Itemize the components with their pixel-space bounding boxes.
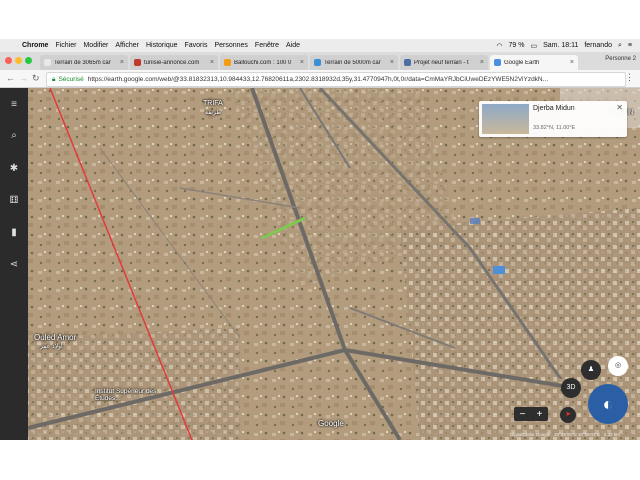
map-footer: DigitalGlobe Google 33°48'05"N 10°59'03"…	[510, 432, 620, 437]
tab-2[interactable]: Ballouchi.com : 100 0 ×	[220, 55, 308, 70]
search-icon[interactable]: ⌕	[7, 129, 21, 143]
user-name[interactable]: fernando	[584, 42, 612, 49]
tab-close-icon[interactable]: ×	[120, 59, 124, 66]
tab-label: Ballouchi.com : 100 0	[234, 59, 292, 66]
voyager-icon[interactable]: ✱	[7, 162, 21, 176]
label-ouled-amor: Ouled Amor	[34, 333, 77, 342]
favicon-icon	[224, 59, 231, 66]
address-bar[interactable]: 🔒︎ Sécurisé https://earth.google.com/web…	[46, 72, 626, 87]
place-coords: 33.82°N, 11.00°E	[533, 125, 576, 131]
tab-5[interactable]: Google Earth ×	[490, 55, 578, 70]
globe-icon[interactable]: ◐	[588, 384, 628, 424]
place-card[interactable]: Djerba Midun 33.82°N, 11.00°E ✕	[479, 101, 627, 137]
place-title[interactable]: Djerba Midun	[533, 105, 575, 112]
dice-icon[interactable]: ⚅	[7, 194, 21, 208]
favicon-icon	[134, 59, 141, 66]
tab-close-icon[interactable]: ×	[570, 59, 574, 66]
back-icon[interactable]: ←	[6, 73, 15, 83]
satellite-map[interactable]: TRIFA طريفة Ouled Amor أولاد عمر Institu…	[0, 88, 640, 440]
close-window-button[interactable]	[5, 57, 12, 64]
forward-icon[interactable]: →	[19, 73, 28, 83]
menu-afficher[interactable]: Afficher	[115, 42, 139, 49]
tab-label: Terrain de 5000m car	[324, 59, 381, 66]
cursor-coords: 33°48'05"N 10°59'03"E	[554, 432, 601, 437]
toolbar: ← → ↻ 🔒︎ Sécurisé https://earth.google.c…	[0, 70, 640, 88]
menu-app-chrome[interactable]: Chrome	[22, 42, 48, 49]
share-icon[interactable]: ⋖	[7, 258, 21, 272]
label-institut: Institut Supérieur des Études...	[95, 388, 157, 402]
menu-aide[interactable]: Aide	[286, 42, 300, 49]
tab-label: tunisie-annonce.com	[144, 59, 200, 66]
url-text[interactable]: https://earth.google.com/web/@33.8183231…	[88, 76, 548, 83]
zoom-out-button[interactable]: −	[520, 409, 526, 420]
battery-percent: 79 %	[508, 42, 525, 49]
tab-close-icon[interactable]: ×	[210, 59, 214, 66]
menu-personnes[interactable]: Personnes	[214, 42, 247, 49]
tab-1[interactable]: tunisie-annonce.com ×	[130, 55, 218, 70]
clock[interactable]: Sam. 18:11	[543, 42, 578, 49]
pegman-icon[interactable]: ♟	[581, 360, 601, 380]
favicon-icon	[494, 59, 501, 66]
favicon-icon	[44, 59, 51, 66]
tab-bar: Terrain de 3065m car × tunisie-annonce.com…	[0, 52, 640, 71]
menu-modifier[interactable]: Modifier	[83, 42, 108, 49]
tab-label: Projet neuf terrain - t	[414, 59, 469, 66]
menu-fichier[interactable]: Fichier	[55, 42, 76, 49]
earth-sidebar: ≡ ⌕ ✱ ⚅ ▮ ⋖	[0, 88, 28, 440]
label-trifa-arabic: طريفة	[205, 110, 222, 116]
notification-center-icon[interactable]: ≡	[628, 42, 632, 49]
close-icon[interactable]: ✕	[616, 103, 623, 112]
menu-fenetre[interactable]: Fenêtre	[255, 42, 279, 49]
tab-close-icon[interactable]: ×	[300, 59, 304, 66]
bookmark-icon[interactable]: ▮	[7, 226, 21, 240]
menu-historique[interactable]: Historique	[146, 42, 178, 49]
place-thumbnail[interactable]	[482, 104, 529, 134]
tab-close-icon[interactable]: ×	[390, 59, 394, 66]
tab-4[interactable]: Projet neuf terrain - t ×	[400, 55, 488, 70]
battery-icon[interactable]: ▭	[530, 42, 537, 50]
menu-favoris[interactable]: Favoris	[185, 42, 208, 49]
label-trifa: TRIFA	[203, 100, 223, 107]
tab-close-icon[interactable]: ×	[480, 59, 484, 66]
reload-icon[interactable]: ↻	[32, 73, 40, 84]
profile-button[interactable]: Personne 2	[605, 56, 636, 62]
my-location-icon[interactable]: ◎	[608, 356, 628, 376]
zoom-in-button[interactable]: +	[537, 409, 543, 420]
status-area: ◠ 79 % ▭ Sam. 18:11 fernando ⌕ ≡	[496, 42, 640, 50]
tab-3[interactable]: Terrain de 5000m car ×	[310, 55, 398, 70]
compass-icon[interactable]: ➤	[560, 407, 576, 423]
lock-icon[interactable]: 🔒︎	[52, 76, 55, 84]
minimize-window-button[interactable]	[15, 57, 22, 64]
spotlight-search-icon[interactable]: ⌕	[618, 42, 622, 50]
maximize-window-button[interactable]	[25, 57, 32, 64]
scale-text: 2,32 km	[603, 432, 620, 437]
macos-menubar: Chrome Fichier Modifier Afficher Histori…	[0, 39, 640, 52]
attribution-text[interactable]: DigitalGlobe Google	[510, 432, 550, 437]
secure-label: Sécurisé	[58, 76, 84, 83]
chrome-menu-icon[interactable]: ⋮	[625, 72, 634, 83]
label-ouled-amor-arabic: أولاد عمر	[40, 344, 63, 350]
3d-toggle-button[interactable]: 3D	[561, 378, 581, 398]
wifi-icon[interactable]: ◠	[496, 42, 502, 50]
favicon-icon	[404, 59, 411, 66]
favicon-icon	[314, 59, 321, 66]
zoom-control: − +	[514, 407, 548, 421]
google-watermark: Google	[318, 419, 344, 428]
tab-label: Google Earth	[504, 59, 540, 66]
tab-0[interactable]: Terrain de 3065m car ×	[40, 55, 128, 70]
tab-label: Terrain de 3065m car	[54, 59, 111, 66]
menu-icon[interactable]: ≡	[7, 98, 21, 112]
